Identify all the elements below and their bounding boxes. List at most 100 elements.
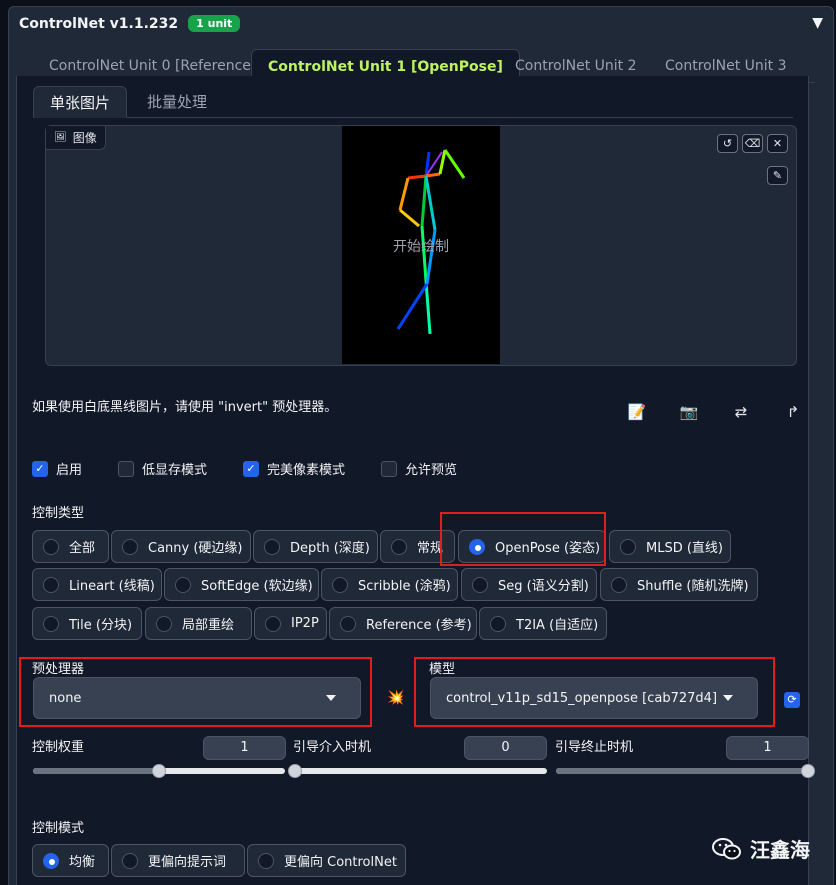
radio-label: IP2P: [291, 616, 319, 631]
triangle-down-icon[interactable]: ▼: [812, 15, 823, 31]
start-label: 引导介入时机: [293, 740, 372, 755]
radio-label: 均衡: [69, 855, 96, 870]
image-toolbar: ↺ ⌫ ✕: [717, 134, 788, 153]
radio-dot: [258, 852, 274, 869]
pose-preview: 开始绘制: [342, 126, 500, 364]
checkbox-label: 启用: [56, 463, 83, 478]
control-type-t2ia[interactable]: T2IA (自适应): [479, 607, 607, 640]
control-type-shuffle[interactable]: Shuffle (随机洗牌): [600, 568, 758, 601]
end-slider[interactable]: [556, 764, 815, 778]
radio-dot: [122, 538, 138, 555]
radio-label: Depth (深度): [290, 541, 370, 556]
weight-slider[interactable]: [33, 764, 285, 778]
radio-label: Lineart (线稿): [69, 579, 155, 594]
eraser-icon[interactable]: ⌫: [742, 134, 763, 153]
unit-count-badge: 1 unit: [188, 15, 241, 32]
pose-leg-r-lower: [424, 280, 432, 335]
refresh-icon[interactable]: ⟳: [784, 692, 800, 708]
radio-dot: [490, 615, 506, 632]
pose-torso-l: [424, 175, 437, 231]
pose-torso-r: [420, 175, 428, 227]
pose-shoulder-r: [407, 174, 427, 180]
pose-arm-r-upper: [398, 177, 410, 211]
checkbox-low-vram[interactable]: 低显存模式: [118, 459, 207, 478]
control-type-depth[interactable]: Depth (深度): [253, 530, 378, 563]
radio-dot: [175, 576, 191, 593]
radio-dot: [122, 852, 138, 869]
checkbox-box: [118, 460, 135, 477]
control-type-mlsd[interactable]: MLSD (直线): [609, 530, 731, 563]
radio-label: Scribble (涂鸦): [358, 579, 451, 594]
checkbox-box: [381, 460, 398, 477]
image-label: 🖼 图像: [46, 126, 106, 150]
checkbox-label: 完美像素模式: [267, 463, 346, 478]
control-mode-label: 控制模式: [32, 821, 85, 836]
control-type-all[interactable]: 全部: [32, 530, 109, 563]
end-label: 引导终止时机: [555, 740, 634, 755]
close-icon[interactable]: ✕: [767, 134, 788, 153]
control-type-scribble[interactable]: Scribble (涂鸦): [321, 568, 458, 601]
radio-label: T2IA (自适应): [516, 618, 599, 633]
control-mode-balanced[interactable]: 均衡: [32, 844, 109, 877]
new-canvas-icon[interactable]: 📝: [624, 403, 650, 423]
undo-icon[interactable]: ↺: [717, 134, 738, 153]
pose-arm-r-lower: [399, 208, 420, 228]
watermark: 汪鑫海: [712, 834, 810, 863]
end-slider-thumb[interactable]: [801, 764, 815, 778]
weight-slider-thumb[interactable]: [152, 764, 166, 778]
control-type-canny[interactable]: Canny (硬边缘): [111, 530, 251, 563]
radio-label: Shuffle (随机洗牌): [637, 579, 749, 594]
send-dimensions-icon[interactable]: ↱: [780, 403, 806, 423]
start-slider-thumb[interactable]: [288, 764, 302, 778]
start-input[interactable]: 0: [464, 736, 547, 760]
radio-label: Reference (参考): [366, 618, 472, 633]
weight-input[interactable]: 1: [203, 736, 286, 760]
radio-label: MLSD (直线): [646, 541, 723, 556]
radio-label: 更偏向 ControlNet: [284, 855, 397, 870]
explosion-icon[interactable]: 💥: [387, 690, 404, 706]
start-drawing-text: 开始绘制: [393, 239, 449, 255]
checkbox-pixel-perfect[interactable]: ✓ 完美像素模式: [243, 459, 345, 478]
image-actions: 📝 📷 ⇄ ↱: [624, 403, 806, 423]
tab-single-image[interactable]: 单张图片: [33, 86, 128, 118]
options-row: ✓ 启用 低显存模式 ✓ 完美像素模式 允许预览: [32, 459, 475, 478]
watermark-text: 汪鑫海: [750, 838, 810, 862]
control-type-inpaint[interactable]: 局部重绘: [145, 607, 252, 640]
radio-label: Seg (语义分割): [498, 579, 589, 594]
checkbox-label: 低显存模式: [142, 463, 208, 478]
camera-icon[interactable]: 📷: [676, 403, 702, 423]
radio-label: 全部: [69, 541, 96, 556]
control-mode-prompt[interactable]: 更偏向提示词: [111, 844, 245, 877]
pose-shoulder-l: [425, 172, 441, 178]
radio-dot: [43, 538, 59, 555]
check-icon: ✓: [32, 460, 48, 477]
highlight-preprocessor: [19, 657, 372, 727]
checkbox-enable[interactable]: ✓ 启用: [32, 459, 82, 478]
radio-dot: [43, 576, 59, 593]
control-type-reference[interactable]: Reference (参考): [329, 607, 477, 640]
radio-dot: [620, 538, 636, 555]
checkbox-allow-preview[interactable]: 允许预览: [381, 459, 457, 478]
tab-batch[interactable]: 批量处理: [131, 86, 223, 118]
control-type-tile[interactable]: Tile (分块): [32, 607, 142, 640]
check-icon: ✓: [243, 460, 260, 477]
start-slider[interactable]: [288, 764, 547, 778]
radio-label: 局部重绘: [182, 618, 235, 633]
radio-label: Tile (分块): [69, 618, 133, 633]
control-type-label: 控制类型: [32, 506, 85, 521]
radio-dot: [340, 615, 356, 632]
radio-dot: [156, 615, 172, 632]
control-type-softedge[interactable]: SoftEdge (软边缘): [164, 568, 319, 601]
swap-icon[interactable]: ⇄: [728, 403, 754, 423]
control-type-ip2p[interactable]: IP2P: [254, 607, 327, 640]
radio-dot: [43, 615, 59, 632]
panel-header[interactable]: ControlNet v1.1.232 1 unit: [19, 15, 241, 32]
end-input[interactable]: 1: [726, 736, 809, 760]
control-type-seg[interactable]: Seg (语义分割): [461, 568, 597, 601]
control-type-lineart[interactable]: Lineart (线稿): [32, 568, 162, 601]
radio-dot: [264, 538, 280, 555]
image-canvas[interactable]: 🖼 图像 开始绘制 ↺ ⌫ ✕ ✎: [45, 125, 797, 366]
control-mode-controlnet[interactable]: 更偏向 ControlNet: [247, 844, 406, 877]
brush-icon[interactable]: ✎: [767, 166, 788, 185]
mode-tabs: 单张图片 批量处理: [33, 86, 793, 118]
